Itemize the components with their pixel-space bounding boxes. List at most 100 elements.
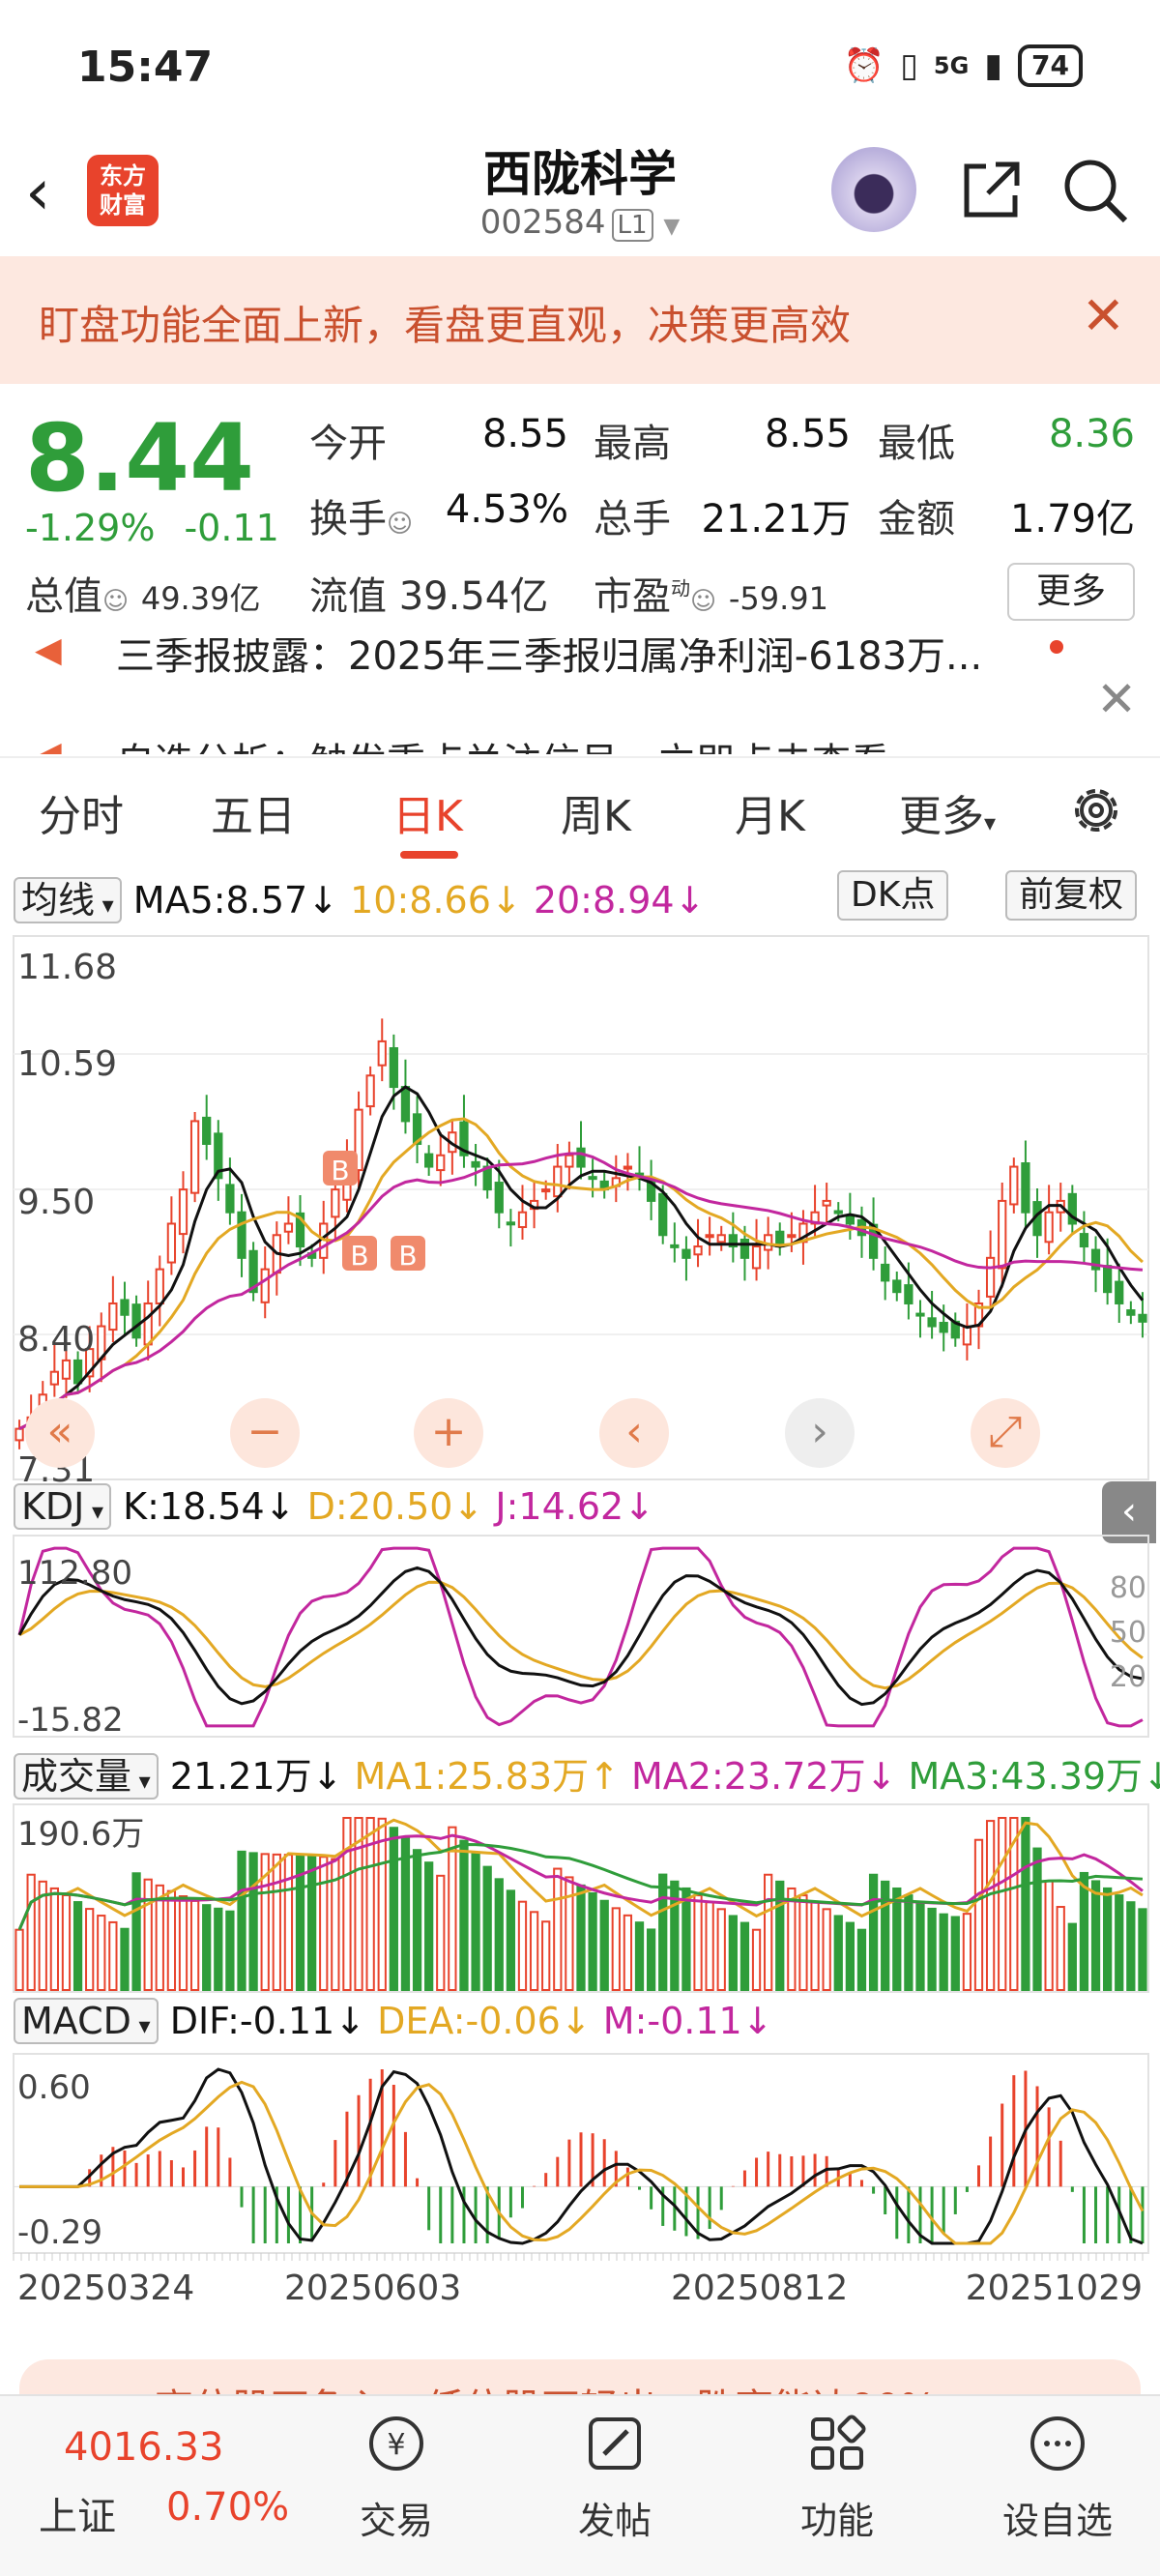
news-line-1[interactable]: 三季报披露：2025年三季报归属净利润-6183万... — [116, 638, 982, 681]
speaker-icon: ◀ — [35, 735, 62, 754]
stock-header: ‹ 东方 财富 西陇科学 002584 L1 ▼ — [0, 126, 1160, 256]
volume-bar — [482, 1865, 492, 1992]
adjust-button[interactable]: 前复权 — [1005, 870, 1138, 921]
volume-bar — [108, 1920, 118, 1992]
stock-code: 002584 — [479, 203, 606, 242]
close-icon[interactable]: ✕ — [1082, 285, 1125, 346]
ma-indicator-row: 均线 MA5:8.57↓ 10:8.66↓ 20:8.94↓ — [14, 870, 705, 923]
candle — [155, 1268, 164, 1304]
candle — [1138, 1313, 1147, 1323]
post-label: 发帖 — [577, 2500, 652, 2542]
candle — [1021, 1162, 1030, 1214]
index-name[interactable]: 上证 — [39, 2485, 116, 2541]
close-icon[interactable]: ✕ — [1096, 671, 1137, 727]
volume-bar — [272, 1853, 281, 1992]
volume-bar — [892, 1887, 902, 1991]
more-dots-icon — [1030, 2416, 1085, 2471]
tab-weekly-k[interactable]: 周K — [561, 781, 631, 843]
fullscreen-button[interactable]: ⤢ — [971, 1398, 1040, 1468]
news-line-2[interactable]: 自选分析：触发重点关注信号，立即点击查看 — [116, 731, 889, 754]
candle — [881, 1263, 890, 1282]
candle — [72, 1359, 83, 1385]
candle — [506, 1221, 516, 1226]
candle — [682, 1248, 691, 1259]
tab-more[interactable]: 更多▾ — [899, 781, 996, 843]
volume-bar — [822, 1908, 831, 1991]
mcap-value: 49.39亿 — [140, 580, 261, 617]
kdj-j-line — [17, 1546, 1144, 1728]
add-watchlist-button[interactable]: 设自选 — [990, 2410, 1125, 2544]
tab-daily-k[interactable]: 日K — [392, 781, 463, 843]
price-tick-label: 10.59 — [17, 1044, 117, 1084]
buy-marker-label: B — [331, 1155, 349, 1186]
index-pct[interactable]: 0.70% — [166, 2485, 289, 2530]
candle — [740, 1238, 750, 1259]
prev-button[interactable]: ‹ — [599, 1398, 669, 1468]
candle — [237, 1211, 246, 1259]
gear-icon[interactable] — [1067, 781, 1125, 839]
candle — [108, 1302, 118, 1332]
news-ticker[interactable]: ◀ 三季报披露：2025年三季报归属净利润-6183万... ✕ ◀ 自选分析：… — [0, 638, 1160, 754]
volume-bar — [623, 1914, 633, 1992]
volume-bar — [436, 1874, 446, 1991]
feature-banner[interactable]: 盯盘功能全面上新，看盘更直观，决策更高效 ✕ — [0, 256, 1160, 384]
grid-icon — [811, 2415, 866, 2470]
next-button[interactable]: › — [785, 1398, 855, 1468]
volume-bar — [61, 1894, 72, 1991]
pe-label: 市盈动☺ -59.91 — [594, 574, 828, 619]
share-icon[interactable] — [957, 155, 1027, 224]
volume-bar — [915, 1901, 925, 1992]
volume-bar — [1115, 1894, 1124, 1991]
zoom-out-button[interactable]: − — [230, 1398, 300, 1468]
scroll-left-icon[interactable]: « — [25, 1398, 95, 1468]
amount-label: 金额 — [878, 497, 955, 542]
volume-bar — [705, 1901, 714, 1991]
candle — [189, 1120, 200, 1194]
candle — [833, 1210, 843, 1215]
svg-text:¥: ¥ — [387, 2428, 405, 2462]
volume-bar — [85, 1908, 95, 1992]
dk-point-button[interactable]: DK点 — [837, 870, 949, 921]
volume-bar — [693, 1894, 703, 1992]
volume-bar — [553, 1867, 563, 1992]
volume-bar — [728, 1915, 738, 1991]
high-value: 8.55 — [764, 412, 851, 456]
volume-bar — [1138, 1908, 1147, 1991]
volume-bar — [787, 1887, 797, 1991]
ma10-value: 10:8.66↓ — [350, 879, 522, 922]
trade-button[interactable]: ¥ 交易 — [329, 2410, 464, 2544]
ma-selector[interactable]: 均线 — [14, 877, 122, 923]
status-icons: ⏰ ▯ 5G ▮ 74 — [844, 44, 1083, 87]
zoom-in-button[interactable]: + — [414, 1398, 483, 1468]
candle — [400, 1086, 411, 1123]
tab-five-day[interactable]: 五日 — [211, 781, 296, 843]
battery-icon: 74 — [1018, 44, 1083, 87]
volume-bar — [740, 1921, 750, 1992]
candle — [166, 1222, 177, 1264]
candle — [658, 1192, 668, 1237]
tab-intraday[interactable]: 分时 — [39, 781, 124, 843]
price-tick-label: 11.68 — [17, 948, 117, 987]
volume-bar — [248, 1852, 258, 1992]
candle — [1103, 1265, 1113, 1294]
volume-bar — [178, 1895, 188, 1991]
search-icon[interactable] — [1059, 155, 1131, 226]
tab-monthly-k[interactable]: 月K — [735, 781, 805, 843]
volume-bar — [26, 1873, 36, 1991]
more-button[interactable]: 更多 — [1007, 563, 1135, 621]
volume-bar — [131, 1872, 141, 1991]
index-value[interactable]: 4016.33 — [64, 2425, 223, 2470]
volume-bar — [494, 1878, 504, 1992]
function-button[interactable]: 功能 — [769, 2410, 905, 2544]
change-abs: -0.11 — [184, 507, 279, 549]
post-button[interactable]: 发帖 — [547, 2410, 682, 2544]
kline-chart[interactable]: 11.6810.599.508.407.31BB B112.80-15.82805… — [0, 919, 1160, 2350]
candle — [131, 1303, 141, 1339]
volume-bar — [1032, 1847, 1042, 1991]
date-axis-label: 20250324 — [17, 2269, 194, 2308]
volume-bar — [1021, 1817, 1030, 1991]
turnover-label: 换手☺ — [309, 497, 414, 542]
volume-bar — [49, 1887, 59, 1992]
volume-bar — [973, 1838, 984, 1991]
assistant-robot-icon[interactable] — [831, 147, 916, 232]
